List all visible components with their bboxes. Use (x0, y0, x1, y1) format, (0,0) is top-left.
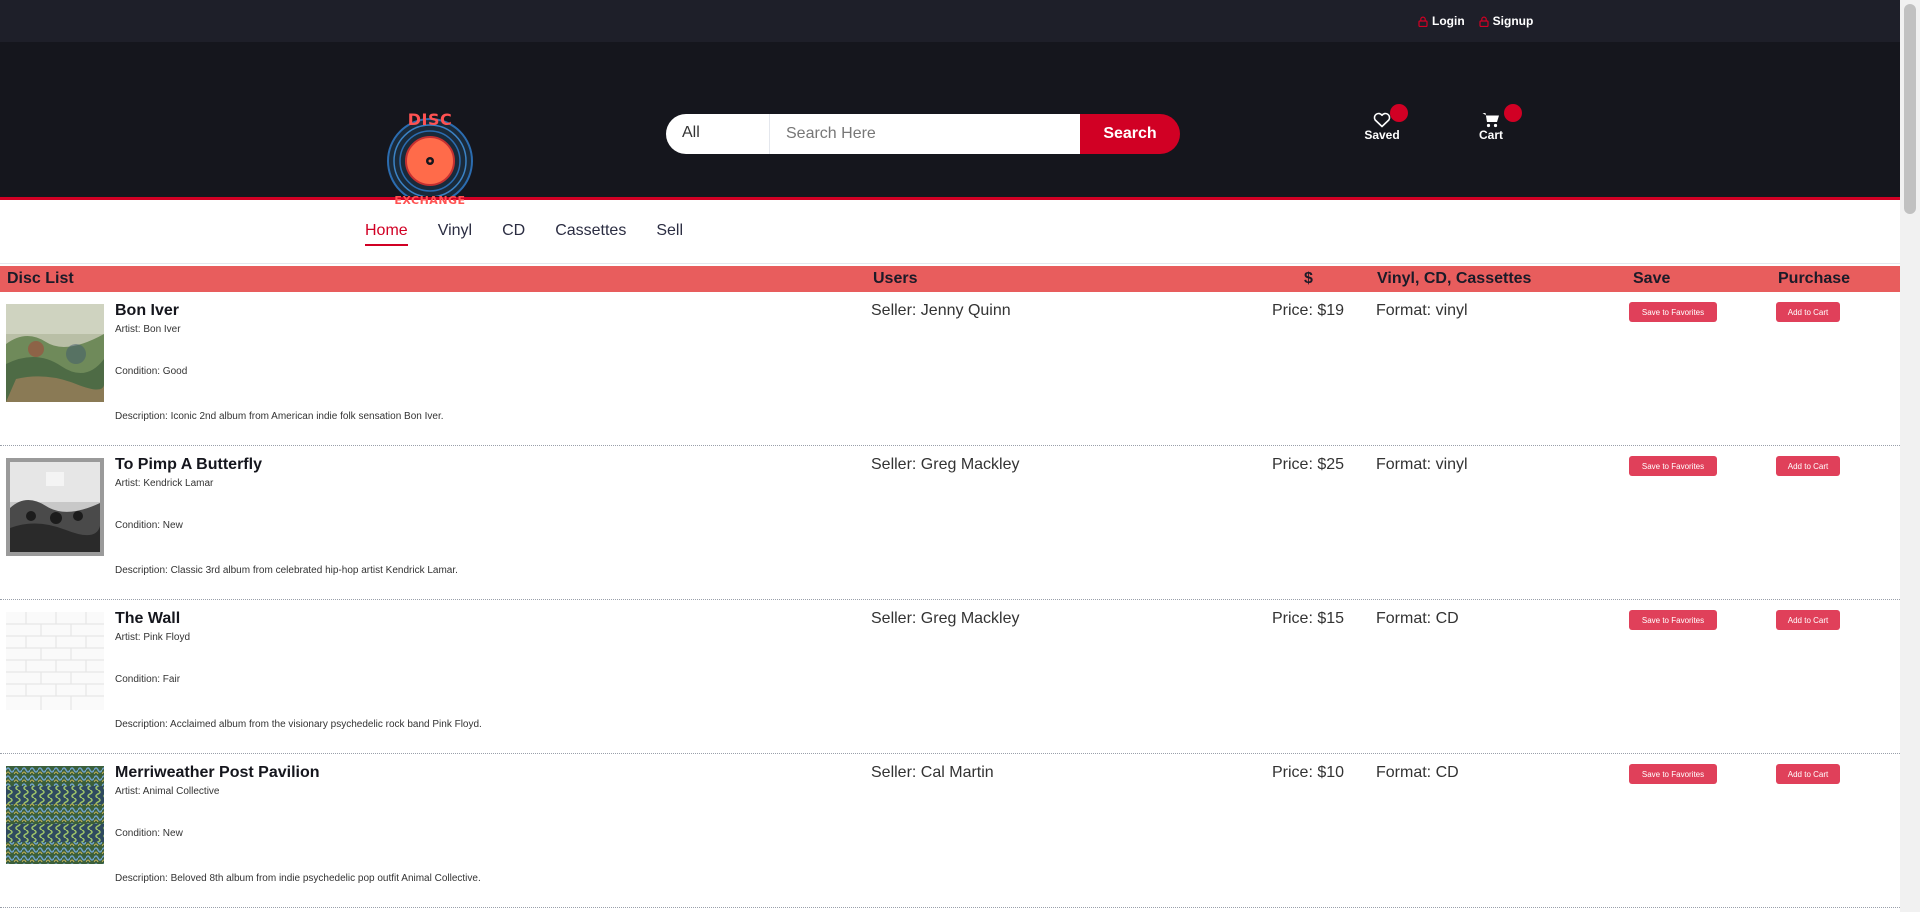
saved-label: Saved (1364, 128, 1400, 142)
tab-vinyl[interactable]: Vinyl (438, 222, 472, 246)
nav-tabs: Home Vinyl CD Cassettes Sell (365, 222, 683, 246)
table-row: Bon Iver Artist: Bon Iver Condition: Goo… (0, 292, 1900, 446)
album-price: Price: $10 (1272, 764, 1345, 781)
logo[interactable]: DISC EXCHANGE (386, 66, 474, 207)
album-title: Bon Iver (115, 302, 180, 319)
album-price: Price: $15 (1272, 610, 1345, 627)
album-price: Price: $25 (1272, 456, 1345, 473)
album-artist: Artist: Bon Iver (115, 324, 181, 335)
scrollbar-thumb[interactable] (1904, 4, 1916, 214)
album-condition: Condition: Fair (115, 674, 181, 685)
account-links: Login Signup (1418, 14, 1533, 28)
signup-link[interactable]: Signup (1479, 14, 1534, 28)
save-to-favorites-button[interactable]: Save to Favorites (1629, 610, 1717, 630)
add-to-cart-button[interactable]: Add to Cart (1776, 610, 1840, 630)
save-to-favorites-button[interactable]: Save to Favorites (1629, 456, 1717, 476)
album-description: Description: Classic 3rd album from cele… (115, 565, 458, 576)
main-nav: Home Vinyl CD Cassettes Sell (0, 200, 1920, 264)
album-format: Format: vinyl (1376, 456, 1468, 473)
logo-top-text: DISC (407, 110, 453, 129)
album-condition: Condition: New (115, 828, 183, 839)
album-cover-the-wall[interactable] (6, 612, 104, 710)
album-artist: Artist: Animal Collective (115, 786, 220, 797)
table-row: Merriweather Post Pavilion Artist: Anima… (0, 754, 1900, 908)
login-label: Login (1432, 14, 1465, 28)
table-row: To Pimp A Butterfly Artist: Kendrick Lam… (0, 446, 1900, 600)
add-to-cart-button[interactable]: Add to Cart (1776, 302, 1840, 322)
album-description: Description: Iconic 2nd album from Ameri… (115, 411, 444, 422)
add-to-cart-button[interactable]: Add to Cart (1776, 764, 1840, 784)
add-to-cart-button[interactable]: Add to Cart (1776, 456, 1840, 476)
search-input[interactable] (770, 114, 1080, 154)
cart-count-badge (1504, 104, 1522, 122)
tab-sell[interactable]: Sell (656, 222, 683, 246)
album-cover-merriweather-post-pavilion[interactable] (6, 766, 104, 864)
save-to-favorites-button[interactable]: Save to Favorites (1629, 302, 1717, 322)
header-price: $ (1304, 270, 1313, 287)
cart-icon (1482, 113, 1499, 128)
album-title: To Pimp A Butterfly (115, 456, 262, 473)
header-disc-list: Disc List (7, 270, 74, 287)
seller-name: Seller: Greg Mackley (871, 456, 1020, 473)
album-title: Merriweather Post Pavilion (115, 764, 320, 781)
vinyl-record-logo-icon (387, 118, 473, 196)
disc-table-header: Disc List Users $ Vinyl, CD, Cassettes S… (0, 266, 1900, 292)
lock-icon (1418, 16, 1428, 27)
lock-icon (1479, 16, 1489, 27)
header-users: Users (873, 270, 918, 287)
album-cover-bon-iver[interactable] (6, 304, 104, 402)
save-to-favorites-button[interactable]: Save to Favorites (1629, 764, 1717, 784)
seller-name: Seller: Cal Martin (871, 764, 994, 781)
album-cover-to-pimp-a-butterfly[interactable] (6, 458, 104, 556)
album-title: The Wall (115, 610, 181, 627)
header: DISC EXCHANGE All Search Saved Cart (0, 42, 1920, 207)
tab-cassettes[interactable]: Cassettes (555, 222, 626, 246)
category-select[interactable]: All (666, 114, 770, 154)
search-bar: All Search (666, 114, 1180, 154)
album-description: Description: Acclaimed album from the vi… (115, 719, 482, 730)
vertical-scrollbar[interactable] (1900, 0, 1920, 912)
login-link[interactable]: Login (1418, 14, 1465, 28)
saved-button[interactable]: Saved (1364, 104, 1408, 142)
table-row: The Wall Artist: Pink Floyd Condition: F… (0, 600, 1900, 754)
disc-list: Bon Iver Artist: Bon Iver Condition: Goo… (0, 292, 1900, 908)
album-price: Price: $19 (1272, 302, 1345, 319)
album-description: Description: Beloved 8th album from indi… (115, 873, 481, 884)
album-format: Format: CD (1376, 610, 1459, 627)
header-format: Vinyl, CD, Cassettes (1377, 270, 1532, 287)
tab-cd[interactable]: CD (502, 222, 525, 246)
album-artist: Artist: Pink Floyd (115, 632, 191, 643)
seller-name: Seller: Greg Mackley (871, 610, 1020, 627)
album-condition: Condition: New (115, 520, 183, 531)
header-save: Save (1633, 270, 1671, 287)
header-purchase: Purchase (1778, 270, 1851, 287)
saved-count-badge (1390, 104, 1408, 122)
album-condition: Condition: Good (115, 366, 188, 377)
seller-name: Seller: Jenny Quinn (871, 302, 1011, 319)
album-format: Format: vinyl (1376, 302, 1468, 319)
signup-label: Signup (1492, 14, 1534, 28)
cart-label: Cart (1478, 128, 1503, 142)
tab-home[interactable]: Home (365, 222, 408, 246)
cart-button[interactable]: Cart (1478, 104, 1522, 142)
top-bar: Login Signup (0, 0, 1920, 42)
search-button[interactable]: Search (1080, 114, 1180, 154)
album-format: Format: CD (1376, 764, 1459, 781)
album-artist: Artist: Kendrick Lamar (115, 478, 214, 489)
heart-icon (1373, 112, 1391, 128)
